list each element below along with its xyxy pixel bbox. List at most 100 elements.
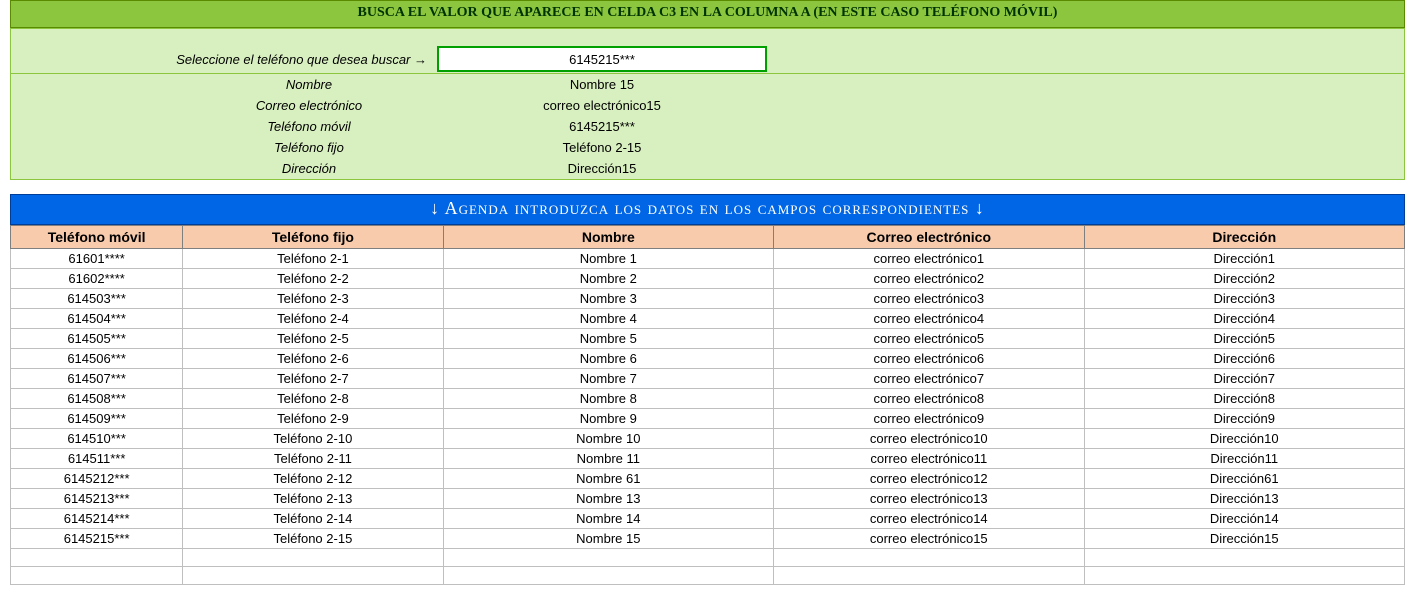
table-cell[interactable]: correo electrónico9 [774,409,1084,429]
column-header[interactable]: Teléfono móvil [11,226,183,249]
table-cell[interactable] [443,567,773,585]
table-cell[interactable]: Dirección6 [1084,349,1405,369]
table-cell[interactable]: Nombre 9 [443,409,773,429]
table-cell[interactable]: Teléfono 2-7 [183,369,443,389]
table-cell[interactable]: correo electrónico14 [774,509,1084,529]
table-cell[interactable]: Dirección13 [1084,489,1405,509]
table-cell[interactable]: Teléfono 2-10 [183,429,443,449]
table-cell[interactable]: 614511*** [11,449,183,469]
table-cell[interactable] [11,549,183,567]
table-cell[interactable]: correo electrónico13 [774,489,1084,509]
table-cell[interactable]: Nombre 7 [443,369,773,389]
table-cell[interactable]: 614509*** [11,409,183,429]
table-row: 614510***Teléfono 2-10Nombre 10correo el… [11,429,1405,449]
table-cell[interactable]: Teléfono 2-15 [183,529,443,549]
table-cell[interactable]: Nombre 8 [443,389,773,409]
table-cell[interactable]: Dirección10 [1084,429,1405,449]
data-table: Teléfono móvilTeléfono fijoNombreCorreo … [10,225,1405,585]
table-cell[interactable]: Nombre 10 [443,429,773,449]
table-cell[interactable]: 614506*** [11,349,183,369]
search-input[interactable] [439,51,765,68]
table-cell[interactable]: correo electrónico8 [774,389,1084,409]
table-cell[interactable]: Dirección9 [1084,409,1405,429]
table-cell[interactable]: Dirección8 [1084,389,1405,409]
table-cell[interactable]: correo electrónico11 [774,449,1084,469]
table-cell[interactable]: 61601**** [11,249,183,269]
table-cell[interactable]: correo electrónico6 [774,349,1084,369]
table-row: 614504***Teléfono 2-4Nombre 4correo elec… [11,309,1405,329]
table-cell[interactable]: Dirección1 [1084,249,1405,269]
table-cell[interactable]: Nombre 3 [443,289,773,309]
column-header[interactable]: Teléfono fijo [183,226,443,249]
table-cell[interactable]: Teléfono 2-11 [183,449,443,469]
column-header[interactable]: Dirección [1084,226,1405,249]
table-cell[interactable]: Nombre 4 [443,309,773,329]
table-cell[interactable]: Teléfono 2-4 [183,309,443,329]
table-cell[interactable] [443,549,773,567]
table-cell[interactable]: 6145212*** [11,469,183,489]
table-cell[interactable]: correo electrónico10 [774,429,1084,449]
table-cell[interactable]: Nombre 15 [443,529,773,549]
table-cell[interactable]: Dirección7 [1084,369,1405,389]
table-cell[interactable]: Teléfono 2-5 [183,329,443,349]
table-cell[interactable]: Dirección2 [1084,269,1405,289]
lookup-row: DirecciónDirección15 [11,158,1404,179]
table-cell[interactable]: Teléfono 2-2 [183,269,443,289]
table-cell[interactable]: correo electrónico15 [774,529,1084,549]
table-cell[interactable]: 614508*** [11,389,183,409]
table-cell[interactable] [1084,549,1405,567]
table-cell[interactable]: Dirección11 [1084,449,1405,469]
table-cell[interactable]: Teléfono 2-9 [183,409,443,429]
table-cell[interactable]: Dirección14 [1084,509,1405,529]
table-cell[interactable]: Teléfono 2-3 [183,289,443,309]
table-cell[interactable]: Teléfono 2-13 [183,489,443,509]
lookup-label: Correo electrónico [11,98,437,113]
table-cell[interactable] [183,549,443,567]
table-cell[interactable]: Dirección61 [1084,469,1405,489]
column-header[interactable]: Correo electrónico [774,226,1084,249]
table-cell[interactable] [11,567,183,585]
table-cell[interactable]: Nombre 61 [443,469,773,489]
table-cell[interactable]: correo electrónico3 [774,289,1084,309]
table-cell[interactable]: Dirección4 [1084,309,1405,329]
table-cell[interactable]: 614507*** [11,369,183,389]
table-cell[interactable]: 614505*** [11,329,183,349]
table-cell[interactable]: Nombre 6 [443,349,773,369]
table-cell[interactable]: Teléfono 2-8 [183,389,443,409]
table-cell[interactable] [1084,567,1405,585]
table-cell[interactable]: Dirección5 [1084,329,1405,349]
column-header[interactable]: Nombre [443,226,773,249]
table-cell[interactable]: correo electrónico12 [774,469,1084,489]
table-cell[interactable]: 6145215*** [11,529,183,549]
table-cell[interactable]: correo electrónico5 [774,329,1084,349]
lookup-value: 6145215*** [437,119,767,134]
table-cell[interactable]: 6145214*** [11,509,183,529]
table-cell[interactable]: Nombre 14 [443,509,773,529]
table-cell[interactable]: Dirección3 [1084,289,1405,309]
table-cell[interactable]: Nombre 11 [443,449,773,469]
table-cell[interactable]: 6145213*** [11,489,183,509]
table-cell[interactable] [774,549,1084,567]
table-cell[interactable]: correo electrónico7 [774,369,1084,389]
table-cell[interactable]: Nombre 2 [443,269,773,289]
table-cell[interactable]: 614504*** [11,309,183,329]
table-cell[interactable]: Teléfono 2-6 [183,349,443,369]
table-cell[interactable]: Nombre 13 [443,489,773,509]
search-area: Seleccione el teléfono que desea buscar … [10,28,1405,74]
table-cell[interactable] [774,567,1084,585]
table-cell[interactable]: correo electrónico2 [774,269,1084,289]
table-cell[interactable]: Teléfono 2-14 [183,509,443,529]
table-cell[interactable]: correo electrónico4 [774,309,1084,329]
search-input-wrap[interactable] [437,46,767,72]
table-cell[interactable]: Nombre 5 [443,329,773,349]
table-cell[interactable]: Nombre 1 [443,249,773,269]
table-cell[interactable]: 61602**** [11,269,183,289]
table-cell[interactable]: 614503*** [11,289,183,309]
lookup-label: Teléfono fijo [11,140,437,155]
table-cell[interactable]: correo electrónico1 [774,249,1084,269]
table-cell[interactable]: 614510*** [11,429,183,449]
table-cell[interactable]: Teléfono 2-1 [183,249,443,269]
table-cell[interactable]: Dirección15 [1084,529,1405,549]
table-cell[interactable] [183,567,443,585]
table-cell[interactable]: Teléfono 2-12 [183,469,443,489]
